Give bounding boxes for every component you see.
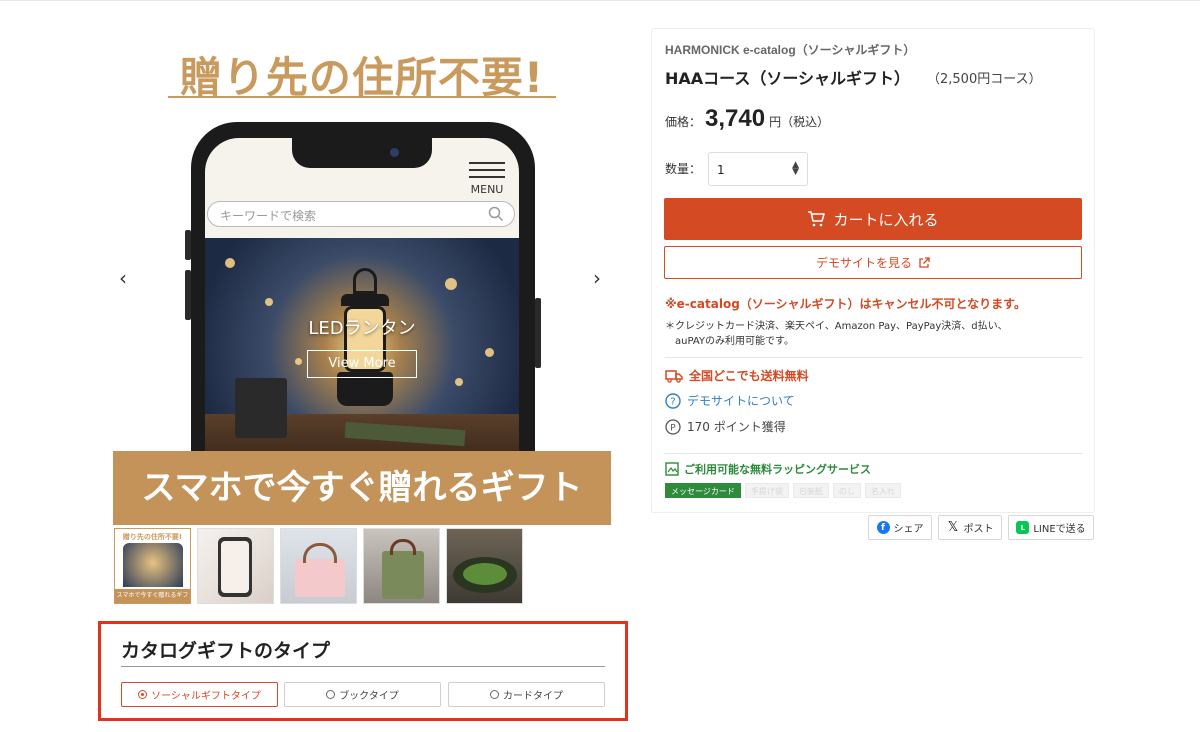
demo-site-link[interactable]: デモサイトについて xyxy=(687,392,795,409)
wrapping-tag: 名入れ xyxy=(864,483,901,498)
phone-button xyxy=(185,230,191,260)
type-option-book[interactable]: ブックタイプ xyxy=(284,682,441,707)
points-icon: P xyxy=(665,418,681,435)
product-brand: HARMONICK e-catalog（ソーシャルギフト） xyxy=(665,43,916,57)
add-to-cart-button[interactable]: カートに入れる xyxy=(664,198,1082,240)
top-border xyxy=(0,0,1200,1)
wrapping-tag: のし xyxy=(832,483,861,498)
screen-search-placeholder: キーワードで検索 xyxy=(220,209,317,223)
thumbnail-1[interactable]: 贈り先の住所不要! スマホで今すぐ贈れるギフト xyxy=(114,528,191,604)
phone-button xyxy=(535,298,541,368)
phone-notch xyxy=(292,138,432,168)
quantity-value: 1 xyxy=(717,163,725,177)
svg-text:P: P xyxy=(670,423,676,433)
line-icon: L xyxy=(1016,521,1030,534)
screen-search-box: キーワードで検索 xyxy=(207,201,515,227)
quantity-label: 数量： xyxy=(665,162,702,176)
thumbnail-1-band: スマホで今すぐ贈れるギフト xyxy=(115,589,190,603)
share-x-label: ポスト xyxy=(963,524,994,535)
wrapping-tags: メッセージカード 手提げ袋 包装紙 のし 名入れ xyxy=(665,483,901,498)
select-arrows-icon: ▲ ▼ xyxy=(792,160,799,177)
help-icon: ? xyxy=(665,392,681,409)
radio-icon xyxy=(326,690,336,699)
payment-note: ＊クレジットカード決済、楽天ペイ、Amazon Pay、PayPay決済、d払い… xyxy=(665,319,1075,349)
thumbnail-4[interactable] xyxy=(363,528,440,604)
points-text: 170 ポイント獲得 xyxy=(687,420,786,434)
share-x-button[interactable]: 𝕏 ポスト xyxy=(938,515,1002,540)
share-line-label: LINEで送る xyxy=(1033,524,1086,535)
thumbnail-1-title: 贈り先の住所不要! xyxy=(122,533,183,541)
type-option-label: ソーシャルギフトタイプ xyxy=(151,691,261,702)
price-unit: 円（税込） xyxy=(769,115,830,129)
share-line-button[interactable]: L LINEで送る xyxy=(1008,515,1094,540)
mug xyxy=(235,378,287,438)
share-facebook-label: シェア xyxy=(893,524,924,535)
product-name: HAAコース（ソーシャルギフト） xyxy=(665,69,911,88)
search-icon xyxy=(488,206,504,222)
price-row: 価格： 3,740 円（税込） xyxy=(665,105,829,133)
view-demo-label: デモサイトを見る xyxy=(815,256,912,270)
price-value: 3,740 xyxy=(705,105,766,132)
photo-view-more: View More xyxy=(307,350,417,378)
payment-note-line-1: ＊クレジットカード決済、楽天ペイ、Amazon Pay、PayPay決済、d払い… xyxy=(665,321,1008,332)
divider xyxy=(665,357,1083,358)
type-option-card[interactable]: カードタイプ xyxy=(448,682,605,707)
free-shipping-text: 全国どこでも送料無料 xyxy=(689,369,809,383)
product-course: （2,500円コース） xyxy=(927,72,1042,87)
type-option-label: ブックタイプ xyxy=(339,691,399,702)
thumbnail-5[interactable] xyxy=(446,528,523,604)
wrapping-icon xyxy=(665,462,679,476)
truck-icon xyxy=(665,369,683,383)
points-row: P 170 ポイント獲得 xyxy=(665,418,786,435)
wrapping-tag: 包装紙 xyxy=(792,483,829,498)
menu-icon: MENU xyxy=(469,148,505,196)
payment-note-line-2: auPAYのみ利用可能です。 xyxy=(675,336,795,347)
radio-selected-icon xyxy=(138,690,148,699)
free-shipping-row: 全国どこでも送料無料 xyxy=(665,367,809,384)
catalog-type-title: カタログギフトのタイプ xyxy=(121,640,331,662)
svg-text:?: ? xyxy=(670,396,675,407)
demo-site-row[interactable]: ? デモサイトについて xyxy=(665,392,795,409)
camera-icon xyxy=(390,148,399,157)
cancel-notice: ※e-catalog（ソーシャルギフト）はキャンセル不可となります。 xyxy=(665,297,1026,311)
add-to-cart-label: カートに入れる xyxy=(833,210,939,229)
catalog-type-section: カタログギフトのタイプ ソーシャルギフトタイプ ブックタイプ カードタイプ xyxy=(98,621,628,721)
thumbnail-2[interactable] xyxy=(197,528,274,604)
hero-underline xyxy=(168,96,556,98)
x-icon: 𝕏 xyxy=(947,520,959,535)
wrapping-title-text: ご利用可能な無料ラッピングサービス xyxy=(684,463,871,476)
product-main-image: 贈り先の住所不要! MENU キーワードで検索 LEDランタン View Mor… xyxy=(113,30,611,525)
next-image-arrow[interactable]: › xyxy=(593,266,601,290)
price-label: 価格： xyxy=(665,115,702,129)
menu-label: MENU xyxy=(470,183,504,196)
lantern xyxy=(335,268,395,418)
phone-screen: MENU キーワードで検索 LEDランタン View More xyxy=(205,138,519,482)
photo-title: LEDランタン xyxy=(308,318,416,339)
quantity-select[interactable]: 1 ▲ ▼ xyxy=(708,152,808,186)
divider xyxy=(665,453,1083,454)
thumbnail-strip: 贈り先の住所不要! スマホで今すぐ贈れるギフト xyxy=(114,528,523,604)
external-link-icon xyxy=(919,256,930,268)
facebook-icon: f xyxy=(876,521,890,534)
prev-image-arrow[interactable]: ‹ xyxy=(119,266,127,290)
wrapping-tag: 手提げ袋 xyxy=(744,483,789,498)
lantern-photo: LEDランタン View More xyxy=(205,238,519,482)
hero-banner: スマホで今すぐ贈れるギフト xyxy=(113,451,611,525)
type-option-label: カードタイプ xyxy=(503,691,563,702)
type-option-social-gift[interactable]: ソーシャルギフトタイプ xyxy=(121,682,278,707)
catalog-type-divider xyxy=(121,666,605,667)
phone-button xyxy=(185,270,191,320)
radio-icon xyxy=(490,690,499,699)
product-panel: HARMONICK e-catalog（ソーシャルギフト） HAAコース（ソーシ… xyxy=(651,28,1095,513)
wrapping-service-title: ご利用可能な無料ラッピングサービス xyxy=(665,461,871,477)
view-demo-button[interactable]: デモサイトを見る xyxy=(664,246,1082,279)
cart-icon xyxy=(808,211,826,227)
wrapping-tag: メッセージカード xyxy=(665,483,741,498)
thumbnail-3[interactable] xyxy=(280,528,357,604)
share-facebook-button[interactable]: f シェア xyxy=(868,515,932,540)
